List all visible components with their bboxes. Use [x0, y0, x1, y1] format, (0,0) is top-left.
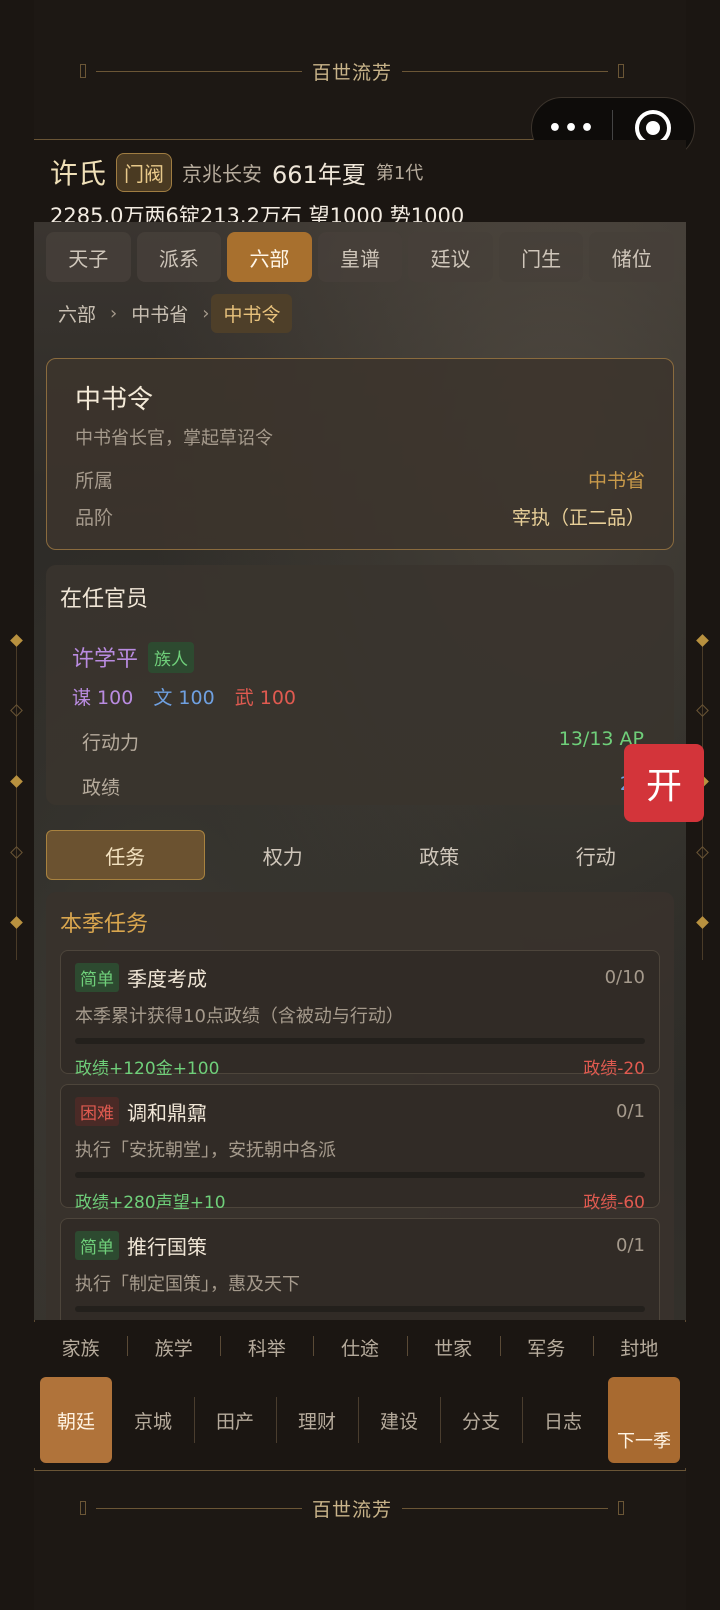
merit-label: 政绩: [82, 777, 121, 799]
tab-tianzi[interactable]: 天子: [46, 232, 131, 282]
task-item[interactable]: 简单 推行国策 0/1 执行「制定国策」，惠及天下: [60, 1218, 660, 1320]
task-name: 推行国策: [127, 1235, 207, 1259]
nav-clan-school[interactable]: 族学: [127, 1334, 220, 1361]
nav-log[interactable]: 日志: [522, 1387, 604, 1453]
crumb-zhongshuling[interactable]: 中书令: [211, 294, 293, 333]
tab-mensheng[interactable]: 门生: [498, 232, 584, 282]
location: 京兆长安: [182, 161, 263, 186]
tab-tingyi[interactable]: 廷议: [408, 232, 493, 282]
nav-family[interactable]: 家族: [34, 1334, 127, 1361]
task-progress: 0/1: [616, 1235, 645, 1256]
task-item[interactable]: 简单 季度考成 0/10 本季累计获得10点政绩（含被动与行动） 政绩+120金…: [60, 950, 660, 1079]
official-section-title: 在任官员: [60, 587, 149, 612]
clan-header: 许氏 门阀 京兆长安 661年夏 第1代 2285.0万两6锭213.2万石 望…: [34, 140, 686, 228]
official-stats: 谋 100 文 100 武 100: [60, 683, 660, 710]
tasks-section-title: 本季任务: [60, 912, 149, 937]
subtab-tasks[interactable]: 任务: [46, 830, 205, 880]
task-item[interactable]: 困难 调和鼎鼐 0/1 执行「安抚朝堂」，安抚朝中各派 政绩+280声望+10 …: [60, 1084, 660, 1213]
nav-military[interactable]: 军务: [499, 1334, 593, 1361]
app-title-bottom: 百世流芳: [312, 1498, 393, 1521]
rank-value: 宰执（正二品）: [511, 507, 645, 529]
affiliation-label: 所属: [75, 470, 114, 492]
task-progress-bar: [75, 1306, 645, 1312]
stat-wu: 武 100: [234, 687, 297, 709]
clan-name: 许氏: [50, 157, 107, 190]
task-desc: 执行「安抚朝堂」，安抚朝中各派: [75, 1140, 336, 1161]
difficulty-badge: 困难: [75, 1097, 119, 1126]
task-progress-bar: [75, 1038, 645, 1044]
task-penalty: 政绩-20: [583, 1059, 645, 1079]
breadcrumb: 六部 › 中书省 › 中书令: [46, 294, 293, 333]
subtab-action[interactable]: 行动: [518, 830, 675, 880]
task-name: 季度考成: [127, 967, 207, 991]
top-tabs: 天子 派系 六部 皇谱 廷议 门生 储位: [46, 232, 675, 282]
office-card: 中书令 中书省长官，掌起草诏令 所属 中书省 品阶 宰执（正二品）: [46, 358, 674, 550]
task-progress: 0/1: [616, 1101, 645, 1122]
next-season-button[interactable]: 下一季: [608, 1377, 680, 1463]
tab-chuwei[interactable]: 储位: [589, 232, 675, 282]
task-name: 调和鼎鼐: [127, 1101, 207, 1125]
nav-construction[interactable]: 建设: [358, 1387, 440, 1453]
official-card: 在任官员 许学平 族人 谋 100 文 100 武 100 行动力 13/13 …: [46, 565, 674, 805]
tasks-card: 本季任务 简单 季度考成 0/10 本季累计获得10点政绩（含被动与行动） 政绩…: [46, 892, 674, 1320]
office-title: 中书令: [75, 385, 154, 415]
subtab-power[interactable]: 权力: [205, 830, 362, 880]
chevron-right-icon: ›: [110, 303, 118, 324]
nav-noble-houses[interactable]: 世家: [406, 1334, 500, 1361]
stat-mou: 谋 100: [72, 687, 134, 709]
rank-label: 品阶: [75, 507, 114, 529]
nav-court[interactable]: 朝廷: [40, 1377, 112, 1463]
chevron-right-icon: ›: [202, 303, 210, 324]
crumb-liubu[interactable]: 六部: [46, 294, 108, 333]
tab-liubu[interactable]: 六部: [227, 232, 312, 282]
nav-capital[interactable]: 京城: [112, 1387, 194, 1453]
task-desc: 执行「制定国策」，惠及天下: [75, 1274, 300, 1295]
task-desc: 本季累计获得10点政绩（含被动与行动）: [75, 1006, 404, 1027]
generation: 第1代: [375, 163, 424, 184]
stat-wen: 文 100: [153, 687, 215, 709]
difficulty-badge: 简单: [75, 1231, 119, 1260]
open-button[interactable]: 开: [624, 744, 704, 822]
nav-estates[interactable]: 田产: [194, 1387, 276, 1453]
office-desc: 中书省长官，掌起草诏令: [75, 428, 273, 449]
official-name[interactable]: 许学平: [72, 641, 138, 673]
subtab-policy[interactable]: 政策: [361, 830, 518, 880]
nav-fief[interactable]: 封地: [592, 1334, 686, 1361]
bottom-title-bar: 百世流芳: [34, 1470, 686, 1610]
task-progress-bar: [75, 1172, 645, 1178]
difficulty-badge: 简单: [75, 963, 119, 992]
task-reward: 政绩+120金+100: [75, 1059, 220, 1079]
task-reward: 政绩+280声望+10: [75, 1193, 226, 1213]
nav-career[interactable]: 仕途: [313, 1334, 406, 1361]
primary-nav: 朝廷 京城 田产 理财 建设 分支 日志 下一季: [34, 1372, 686, 1468]
task-progress: 0/10: [604, 967, 645, 988]
app-title: 百世流芳: [312, 61, 393, 84]
main-content: 天子 派系 六部 皇谱 廷议 门生 储位 六部 › 中书省 › 中书令 中书令 …: [34, 222, 686, 1320]
crumb-zhongshusheng[interactable]: 中书省: [119, 294, 200, 333]
official-tag: 族人: [148, 641, 195, 673]
tab-huangpu[interactable]: 皇谱: [317, 232, 403, 282]
sub-tabs: 任务 权力 政策 行动: [46, 830, 674, 880]
year-season: 661年夏: [272, 160, 366, 189]
secondary-nav: 家族 族学 科举 仕途 世家 军务 封地: [34, 1322, 686, 1372]
tab-paixi[interactable]: 派系: [136, 232, 222, 282]
more-dots-icon[interactable]: •••: [532, 116, 612, 141]
task-penalty: 政绩-60: [583, 1193, 645, 1213]
ap-label: 行动力: [82, 732, 140, 754]
nav-branches[interactable]: 分支: [440, 1387, 522, 1453]
nav-finance[interactable]: 理财: [276, 1387, 358, 1453]
side-ornament-left: [0, 634, 34, 960]
affiliation-value: 中书省: [587, 470, 645, 492]
clan-badge: 门阀: [116, 152, 173, 192]
nav-exam[interactable]: 科举: [220, 1334, 313, 1361]
